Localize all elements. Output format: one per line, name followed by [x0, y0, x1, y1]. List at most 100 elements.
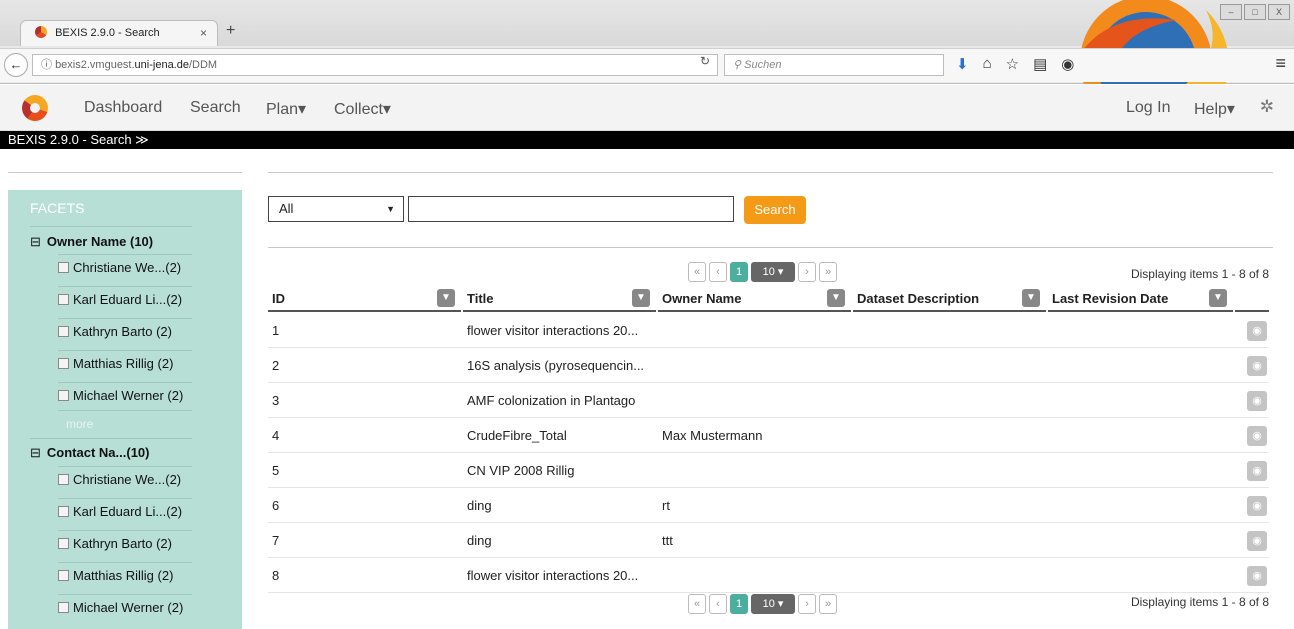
- view-eye-icon[interactable]: ◉: [1247, 566, 1267, 586]
- reload-icon[interactable]: ↻: [700, 54, 710, 68]
- nav-help[interactable]: Help▾: [1194, 99, 1235, 119]
- facet-item[interactable]: Michael Werner (2): [58, 382, 192, 408]
- download-icon[interactable]: ⬇: [956, 55, 969, 73]
- table-row[interactable]: 6 ding rt ◉: [268, 489, 1269, 523]
- view-eye-icon[interactable]: ◉: [1247, 391, 1267, 411]
- page-1-button[interactable]: 1: [730, 262, 748, 282]
- table-row[interactable]: 7 ding ttt ◉: [268, 524, 1269, 558]
- facet-item[interactable]: Kathryn Barto (2): [58, 318, 192, 344]
- context-bar[interactable]: BEXIS 2.9.0 - Search ≫: [0, 131, 1294, 149]
- checkbox[interactable]: [58, 390, 69, 401]
- table-row[interactable]: 8 flower visitor interactions 20... ◉: [268, 559, 1269, 593]
- cell-owner: rt: [662, 498, 670, 513]
- table-row[interactable]: 3 AMF colonization in Plantago ◉: [268, 384, 1269, 418]
- filter-icon[interactable]: ▼: [632, 289, 650, 307]
- facet-item[interactable]: Matthias Rillig (2): [58, 562, 192, 588]
- filter-icon[interactable]: ▼: [827, 289, 845, 307]
- facet-group-contact[interactable]: ⊟ Contact Na...(10): [30, 445, 149, 461]
- checkbox[interactable]: [58, 262, 69, 273]
- last-page-button[interactable]: »: [819, 262, 837, 282]
- next-page-button[interactable]: ›: [798, 262, 816, 282]
- facet-item-label: Matthias Rillig (2): [73, 568, 174, 583]
- nav-plan[interactable]: Plan▾: [266, 99, 306, 119]
- search-scope-select[interactable]: All ▼: [268, 196, 404, 222]
- table-row[interactable]: 2 16S analysis (pyrosequencin... ◉: [268, 349, 1269, 383]
- facets-more-link[interactable]: more: [58, 410, 192, 436]
- facet-item[interactable]: Kathryn Barto (2): [58, 530, 192, 556]
- cell-revision-date: [1048, 559, 1233, 593]
- view-eye-icon[interactable]: ◉: [1247, 356, 1267, 376]
- browser-tab[interactable]: BEXIS 2.9.0 - Search ×: [20, 20, 218, 46]
- cell-id: 8: [272, 568, 280, 583]
- facet-item-label: Michael Werner (2): [73, 600, 184, 615]
- bexis-logo[interactable]: [22, 95, 48, 121]
- nav-collect[interactable]: Collect▾: [334, 99, 391, 119]
- new-tab-button[interactable]: +: [226, 22, 235, 40]
- search-button[interactable]: Search: [744, 196, 806, 224]
- nav-dashboard[interactable]: Dashboard: [84, 99, 162, 117]
- hamburger-menu-icon[interactable]: ≡: [1275, 53, 1286, 74]
- view-eye-icon[interactable]: ◉: [1247, 496, 1267, 516]
- checkbox[interactable]: [58, 294, 69, 305]
- facet-item[interactable]: Christiane We...(2): [58, 254, 192, 280]
- cell-description: [853, 559, 1043, 593]
- facet-item[interactable]: Karl Eduard Li...(2): [58, 498, 192, 524]
- cell-title: AMF colonization in Plantago: [467, 393, 636, 408]
- facet-item[interactable]: Karl Eduard Li...(2): [58, 286, 192, 312]
- filter-icon[interactable]: ▼: [1209, 289, 1227, 307]
- close-window-button[interactable]: X: [1268, 4, 1290, 20]
- bookmark-star-icon[interactable]: ☆: [1006, 55, 1019, 73]
- first-page-button[interactable]: «: [688, 594, 706, 614]
- checkbox[interactable]: [58, 474, 69, 485]
- table-row[interactable]: 1 flower visitor interactions 20... ◉: [268, 314, 1269, 348]
- column-header-owner[interactable]: Owner Name ▼: [658, 285, 851, 312]
- pocket-icon[interactable]: ◉: [1061, 55, 1074, 73]
- home-icon[interactable]: ⌂: [983, 55, 992, 73]
- view-eye-icon[interactable]: ◉: [1247, 531, 1267, 551]
- page-1-button[interactable]: 1: [730, 594, 748, 614]
- browser-search-input[interactable]: ⚲ Suchen: [724, 54, 944, 76]
- view-eye-icon[interactable]: ◉: [1247, 461, 1267, 481]
- browser-search-placeholder: Suchen: [744, 59, 782, 71]
- facet-item[interactable]: Matthias Rillig (2): [58, 350, 192, 376]
- nav-search[interactable]: Search: [190, 99, 241, 117]
- facet-group-owner[interactable]: ⊟ Owner Name (10): [30, 234, 153, 250]
- tab-close-icon[interactable]: ×: [200, 21, 207, 45]
- cell-description: [853, 454, 1043, 488]
- gear-icon[interactable]: ✲: [1260, 97, 1274, 117]
- collapse-icon[interactable]: ⊟: [30, 234, 41, 249]
- checkbox[interactable]: [58, 358, 69, 369]
- facet-item[interactable]: Christiane We...(2): [58, 466, 192, 492]
- filter-icon[interactable]: ▼: [1022, 289, 1040, 307]
- first-page-button[interactable]: «: [688, 262, 706, 282]
- select-value: All: [279, 201, 294, 216]
- filter-icon[interactable]: ▼: [437, 289, 455, 307]
- reading-list-icon[interactable]: ▤: [1033, 55, 1047, 73]
- table-row[interactable]: 4 CrudeFibre_Total Max Mustermann ◉: [268, 419, 1269, 453]
- url-bar[interactable]: ⓘ bexis2.vmguest.uni-jena.de/DDM: [32, 54, 718, 76]
- facet-item[interactable]: Michael Werner (2): [58, 594, 192, 620]
- checkbox[interactable]: [58, 326, 69, 337]
- view-eye-icon[interactable]: ◉: [1247, 321, 1267, 341]
- nav-login[interactable]: Log In: [1126, 99, 1170, 117]
- checkbox[interactable]: [58, 538, 69, 549]
- page-size-select[interactable]: 10 ▾: [751, 594, 795, 614]
- column-header-revision-date[interactable]: Last Revision Date ▼: [1048, 285, 1233, 312]
- column-header-title[interactable]: Title ▼: [463, 285, 656, 312]
- prev-page-button[interactable]: ‹: [709, 594, 727, 614]
- view-eye-icon[interactable]: ◉: [1247, 426, 1267, 446]
- checkbox[interactable]: [58, 506, 69, 517]
- column-header-id[interactable]: ID ▼: [268, 285, 461, 312]
- search-input[interactable]: [408, 196, 734, 222]
- checkbox[interactable]: [58, 570, 69, 581]
- cell-description: [853, 349, 1043, 383]
- prev-page-button[interactable]: ‹: [709, 262, 727, 282]
- page-size-select[interactable]: 10 ▾: [751, 262, 795, 282]
- column-header-description[interactable]: Dataset Description ▼: [853, 285, 1046, 312]
- back-arrow-icon[interactable]: ←: [4, 53, 28, 77]
- checkbox[interactable]: [58, 602, 69, 613]
- collapse-icon[interactable]: ⊟: [30, 445, 41, 460]
- last-page-button[interactable]: »: [819, 594, 837, 614]
- next-page-button[interactable]: ›: [798, 594, 816, 614]
- table-row[interactable]: 5 CN VIP 2008 Rillig ◉: [268, 454, 1269, 488]
